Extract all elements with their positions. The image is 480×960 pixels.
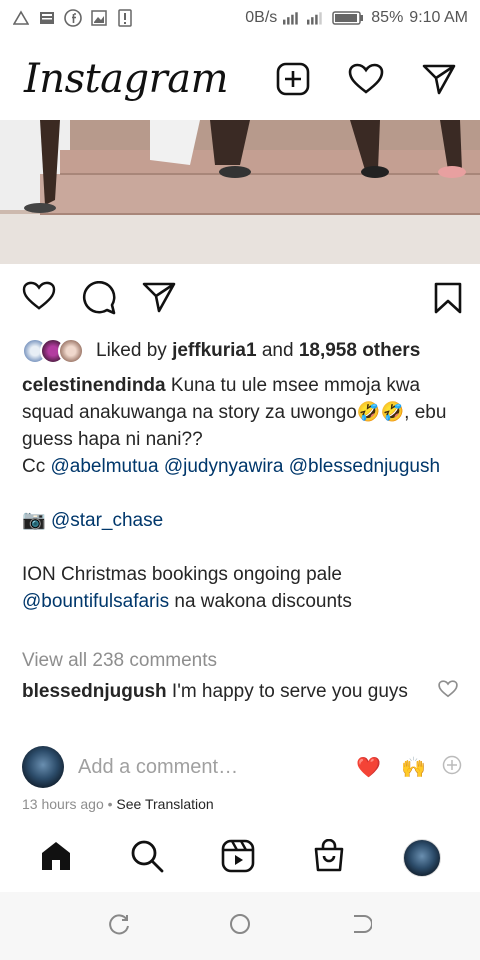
search-icon[interactable]: [130, 839, 164, 878]
status-system: 0B/s 85% 9:10 AM: [245, 9, 468, 27]
image-icon: [90, 9, 108, 27]
avatar: [58, 338, 84, 364]
header-actions: [276, 62, 456, 96]
mention-link[interactable]: @blessednjugush: [289, 456, 440, 477]
profile-avatar[interactable]: [403, 839, 442, 877]
likes-prefix: Liked by: [96, 340, 167, 361]
activity-heart-icon[interactable]: [348, 63, 384, 95]
avatar: [22, 746, 64, 788]
raised-hands-emoji-button[interactable]: 🙌: [401, 755, 426, 780]
status-bar: 0B/s 85% 9:10 AM: [0, 0, 480, 36]
like-heart-icon[interactable]: [22, 281, 56, 320]
new-post-icon[interactable]: [276, 62, 310, 96]
share-icon[interactable]: [142, 281, 176, 320]
caption-promo-end: na wakona discounts: [174, 591, 352, 612]
battery-level: 85%: [371, 9, 404, 26]
view-all-comments[interactable]: View all 238 comments: [22, 650, 217, 672]
see-translation-link[interactable]: See Translation: [116, 796, 213, 812]
liker-username[interactable]: jeffkuria1: [172, 340, 256, 361]
caption-promo: ION Christmas bookings ongoing pale: [22, 564, 343, 585]
post-actions: [22, 280, 462, 320]
status-notifications: [12, 9, 134, 27]
top-comment: blessednjugush I'm happy to serve you gu…: [22, 678, 432, 705]
meta-separator: •: [107, 796, 113, 812]
add-comment-row: Add a comment… ❤️ 🙌: [22, 744, 462, 790]
mention-link[interactable]: @star_chase: [51, 510, 163, 531]
sim-alert-icon: [116, 9, 134, 27]
home-icon[interactable]: [39, 839, 73, 878]
post-meta: 13 hours ago • See Translation: [22, 796, 214, 812]
likes-count[interactable]: 18,958 others: [299, 340, 420, 361]
bookmark-icon[interactable]: [434, 282, 462, 319]
comment-text: I'm happy to serve you guys: [171, 681, 408, 702]
likes-row[interactable]: Liked by jeffkuria1 and 18,958 others: [22, 334, 462, 368]
system-nav-bar: [0, 892, 480, 960]
signal2-icon: [307, 9, 325, 27]
facebook-icon: [64, 9, 82, 27]
post-caption: celestinendinda Kuna tu ule msee mmoja k…: [22, 372, 462, 615]
heart-emoji-button[interactable]: ❤️: [356, 755, 381, 780]
comment-username[interactable]: blessednjugush: [22, 681, 167, 702]
caption-username[interactable]: celestinendinda: [22, 375, 166, 396]
warning-icon: [12, 9, 30, 27]
liker-avatars: [22, 338, 84, 364]
instagram-logo[interactable]: Instagram: [24, 56, 229, 102]
news-icon: [38, 9, 56, 27]
clock: 9:10 AM: [409, 9, 468, 26]
bottom-nav: [0, 830, 480, 886]
signal-icon: [283, 9, 301, 27]
mention-link[interactable]: @abelmutua: [51, 456, 159, 477]
direct-message-icon[interactable]: [422, 63, 456, 95]
comment-bubble-icon[interactable]: [82, 280, 116, 320]
home-button-icon[interactable]: [228, 912, 252, 941]
app-header: Instagram: [0, 46, 480, 112]
post-image[interactable]: [0, 120, 480, 264]
post-photo: [0, 120, 480, 264]
mention-link[interactable]: @bountifulsafaris: [22, 591, 169, 612]
recent-apps-icon[interactable]: [108, 912, 132, 941]
reels-icon[interactable]: [221, 839, 255, 878]
mention-link[interactable]: @judynyawira: [164, 456, 284, 477]
likes-text: Liked by jeffkuria1 and 18,958 others: [96, 340, 420, 362]
battery-icon: [331, 9, 365, 27]
camera-emoji: 📷: [22, 510, 46, 531]
shop-icon[interactable]: [312, 838, 346, 878]
likes-and: and: [261, 340, 294, 361]
comment-like-icon[interactable]: [438, 680, 458, 703]
caption-cc: Cc: [22, 456, 46, 477]
network-speed: 0B/s: [245, 9, 278, 26]
add-comment-input[interactable]: Add a comment…: [78, 756, 336, 779]
more-emoji-icon[interactable]: [442, 755, 462, 780]
back-button-icon[interactable]: [348, 912, 373, 941]
post-time: 13 hours ago: [22, 796, 104, 812]
